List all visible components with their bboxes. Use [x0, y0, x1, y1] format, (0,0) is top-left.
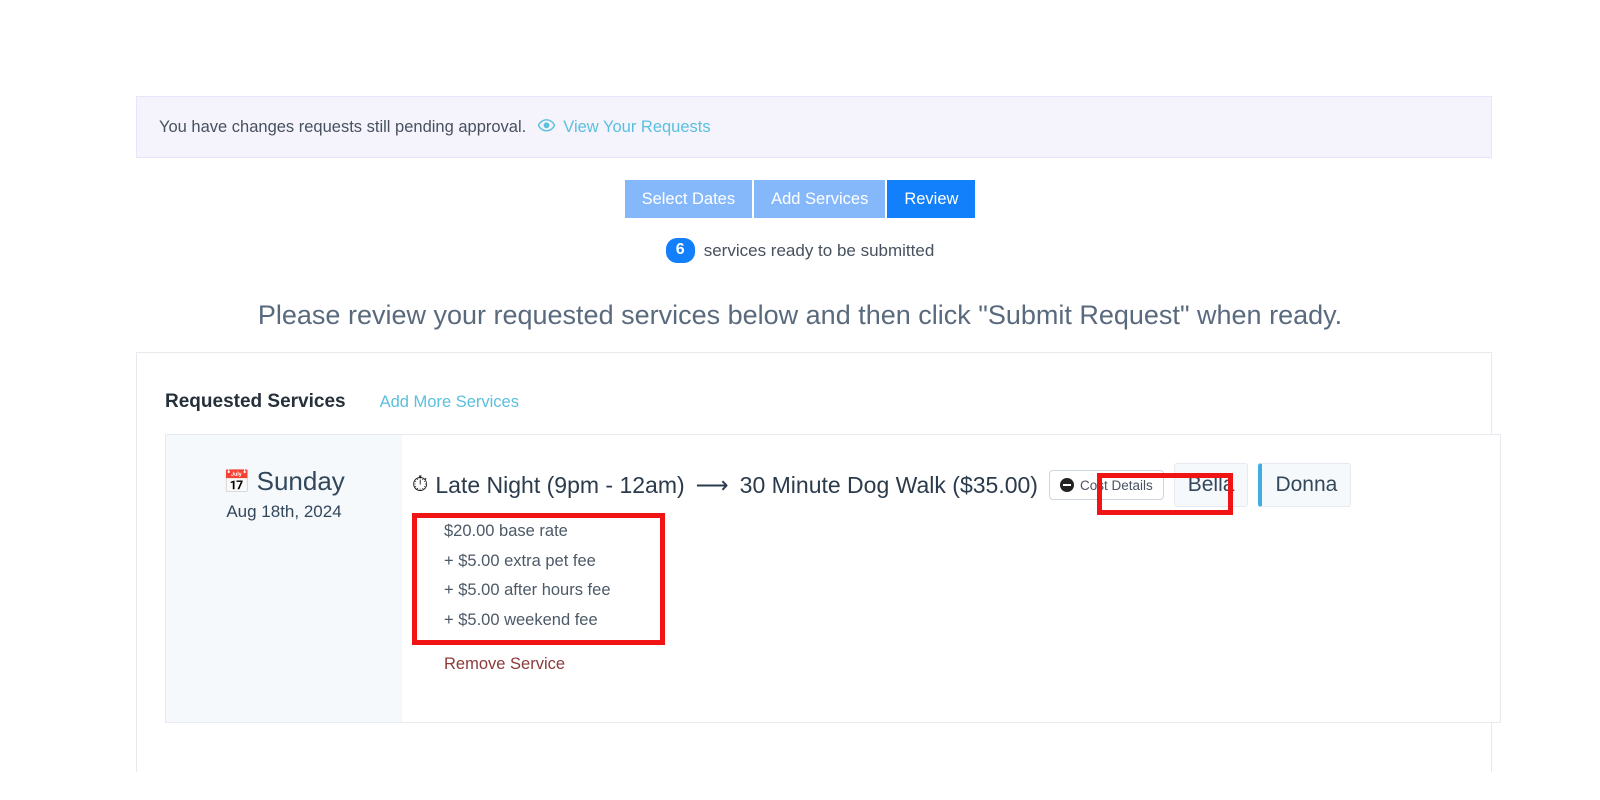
pet-chip-donna[interactable]: Donna [1258, 463, 1352, 507]
tab-add-services[interactable]: Add Services [754, 180, 886, 218]
cost-details-button[interactable]: Cost Details [1048, 470, 1164, 500]
clock-icon: ⏱ [412, 473, 429, 496]
calendar-icon: 📅 [223, 469, 251, 494]
tab-review[interactable]: Review [887, 180, 976, 218]
services-ready-line: 6 services ready to be submitted [0, 238, 1600, 263]
step-tabs: Select Dates Add Services Review [0, 180, 1600, 218]
tab-select-dates[interactable]: Select Dates [624, 180, 753, 218]
service-time-window: Late Night (9pm - 12am) [435, 471, 685, 498]
service-date-column: 📅 Sunday Aug 18th, 2024 [166, 435, 402, 722]
card-title: Requested Services [165, 391, 346, 412]
eye-icon [537, 118, 556, 136]
add-more-services-link[interactable]: Add More Services [380, 393, 519, 412]
services-count-badge: 6 [665, 238, 695, 263]
pet-chip-bella[interactable]: Bella [1173, 463, 1249, 507]
remove-service-link[interactable]: Remove Service [444, 655, 565, 674]
service-date-label: Aug 18th, 2024 [226, 501, 342, 521]
alert-message: You have changes requests still pending … [159, 117, 527, 136]
cost-details-label: Cost Details [1079, 477, 1153, 493]
service-day: 📅 Sunday [166, 467, 402, 496]
minus-circle-icon [1059, 478, 1074, 492]
service-row: 📅 Sunday Aug 18th, 2024 ⏱ Late Night (9pm… [165, 434, 1501, 723]
cost-breakdown: $20.00 base rate + $5.00 extra pet fee +… [412, 517, 1500, 635]
cost-line-weekend-fee: + $5.00 weekend fee [444, 610, 598, 629]
cost-line-extra-pet-fee: + $5.00 extra pet fee [444, 551, 596, 570]
service-day-label: Sunday [256, 466, 345, 496]
services-ready-text: services ready to be submitted [703, 240, 935, 260]
service-title-line: ⏱ Late Night (9pm - 12am) ⟶ 30 Minute Do… [412, 463, 1500, 507]
view-your-requests-link[interactable]: View Your Requests [563, 118, 710, 137]
cost-line-base-rate: $20.00 base rate [444, 522, 568, 540]
card-header: Requested Services Add More Services [137, 353, 1491, 413]
pending-approval-alert: You have changes requests still pending … [136, 96, 1492, 158]
arrow-right-icon: ⟶ [695, 471, 729, 498]
service-name: 30 Minute Dog Walk ($35.00) [739, 471, 1038, 498]
cost-line-after-hours-fee: + $5.00 after hours fee [444, 581, 611, 599]
service-detail-column: ⏱ Late Night (9pm - 12am) ⟶ 30 Minute Do… [402, 435, 1500, 722]
page-title: Please review your requested services be… [257, 300, 1343, 330]
